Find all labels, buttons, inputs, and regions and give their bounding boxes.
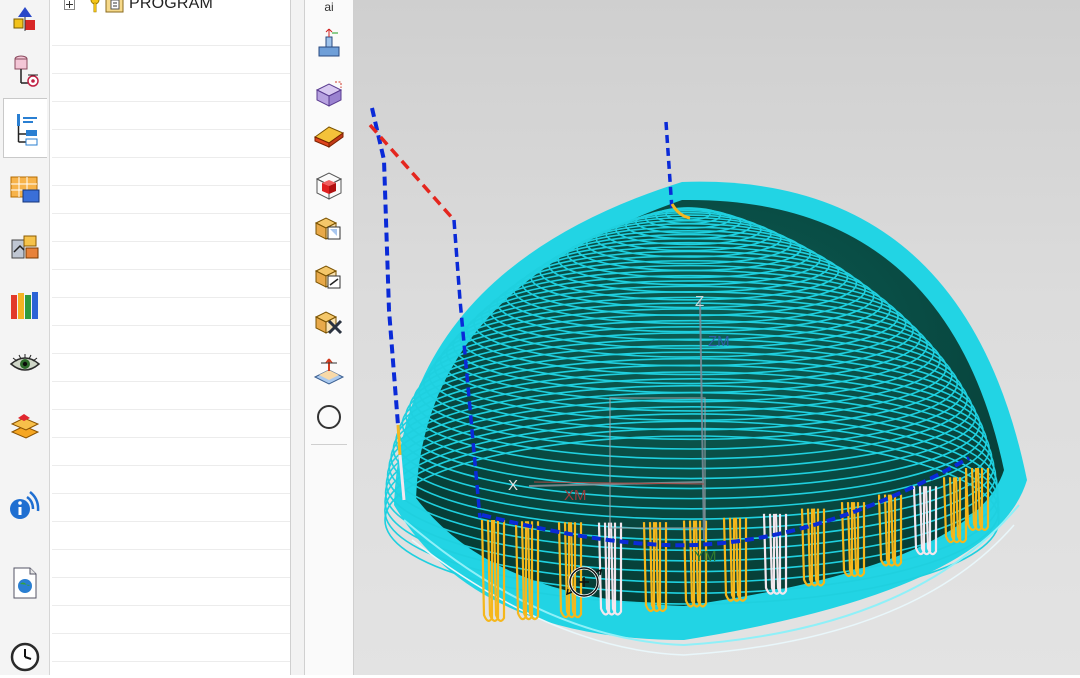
reuse-library-icon[interactable] — [4, 168, 46, 210]
wcs-x-axis-label: X — [508, 477, 518, 494]
trim-geometry-icon[interactable] — [312, 260, 346, 294]
wcs-zm-label: ZM — [708, 333, 730, 350]
list-item — [52, 550, 290, 578]
wcs-z-axis-label: Z — [695, 293, 704, 310]
tree-node-label: PROGRAM — [129, 0, 214, 12]
information-icon[interactable] — [4, 484, 46, 526]
manufacturing-wizard-icon[interactable] — [4, 406, 46, 448]
list-item — [52, 578, 290, 606]
geometry-toolbar: ai — [305, 0, 354, 675]
list-item — [52, 270, 290, 298]
operation-navigator-icon[interactable] — [3, 98, 47, 158]
rapid-move-left — [370, 107, 400, 426]
list-item — [52, 494, 290, 522]
status-key-icon — [89, 0, 101, 13]
list-item — [52, 382, 290, 410]
mcs-icon[interactable] — [312, 26, 346, 60]
hd3d-tools-icon[interactable] — [4, 226, 46, 268]
list-item — [52, 606, 290, 634]
list-item — [52, 46, 290, 74]
approach-move — [368, 123, 456, 222]
wcs-xm-label: XM — [564, 487, 587, 504]
list-item — [52, 130, 290, 158]
list-item — [52, 18, 290, 46]
list-item — [52, 410, 290, 438]
list-item — [52, 74, 290, 102]
toolbar-separator — [311, 444, 347, 445]
operation-navigator-panel: PROGRAM — [52, 0, 291, 675]
list-item — [52, 634, 290, 662]
part-surface-icon[interactable] — [312, 118, 346, 152]
list-item — [52, 466, 290, 494]
check-geometry-icon[interactable] — [312, 212, 346, 246]
graphics-viewport[interactable]: ZM XM YM X Z — [354, 0, 1080, 675]
visualization-eye-icon[interactable] — [4, 343, 46, 385]
history-clock-icon[interactable] — [4, 636, 46, 678]
resource-bar — [0, 0, 50, 675]
toolbar-tab-label: ai — [324, 0, 334, 14]
list-item — [52, 522, 290, 550]
blank-box-icon[interactable] — [312, 168, 346, 202]
list-item — [52, 326, 290, 354]
palette-library-icon[interactable] — [4, 285, 46, 327]
wcs-ym-label: YM — [694, 548, 717, 565]
part-navigator-icon[interactable] — [4, 0, 46, 42]
list-item — [52, 214, 290, 242]
workpiece-geometry-icon[interactable] — [312, 76, 346, 110]
list-item — [52, 102, 290, 130]
list-item — [52, 186, 290, 214]
delete-geometry-icon[interactable] — [312, 306, 346, 340]
list-item — [52, 242, 290, 270]
toolpath-display[interactable]: ZM XM YM X Z — [354, 0, 1080, 675]
retract-move — [396, 424, 402, 456]
list-item — [52, 298, 290, 326]
list-item — [52, 158, 290, 186]
expand-toggle-icon[interactable] — [64, 0, 75, 10]
cut-region-icon[interactable] — [312, 354, 346, 388]
machine-tool-icon[interactable] — [4, 50, 46, 92]
program-group-icon — [105, 0, 125, 13]
web-browser-icon[interactable] — [4, 562, 46, 604]
tree-node-program[interactable]: PROGRAM — [52, 0, 290, 18]
panel-splitter[interactable] — [291, 0, 305, 675]
list-item — [52, 354, 290, 382]
circle-tool-icon[interactable] — [312, 400, 346, 434]
list-item — [52, 438, 290, 466]
